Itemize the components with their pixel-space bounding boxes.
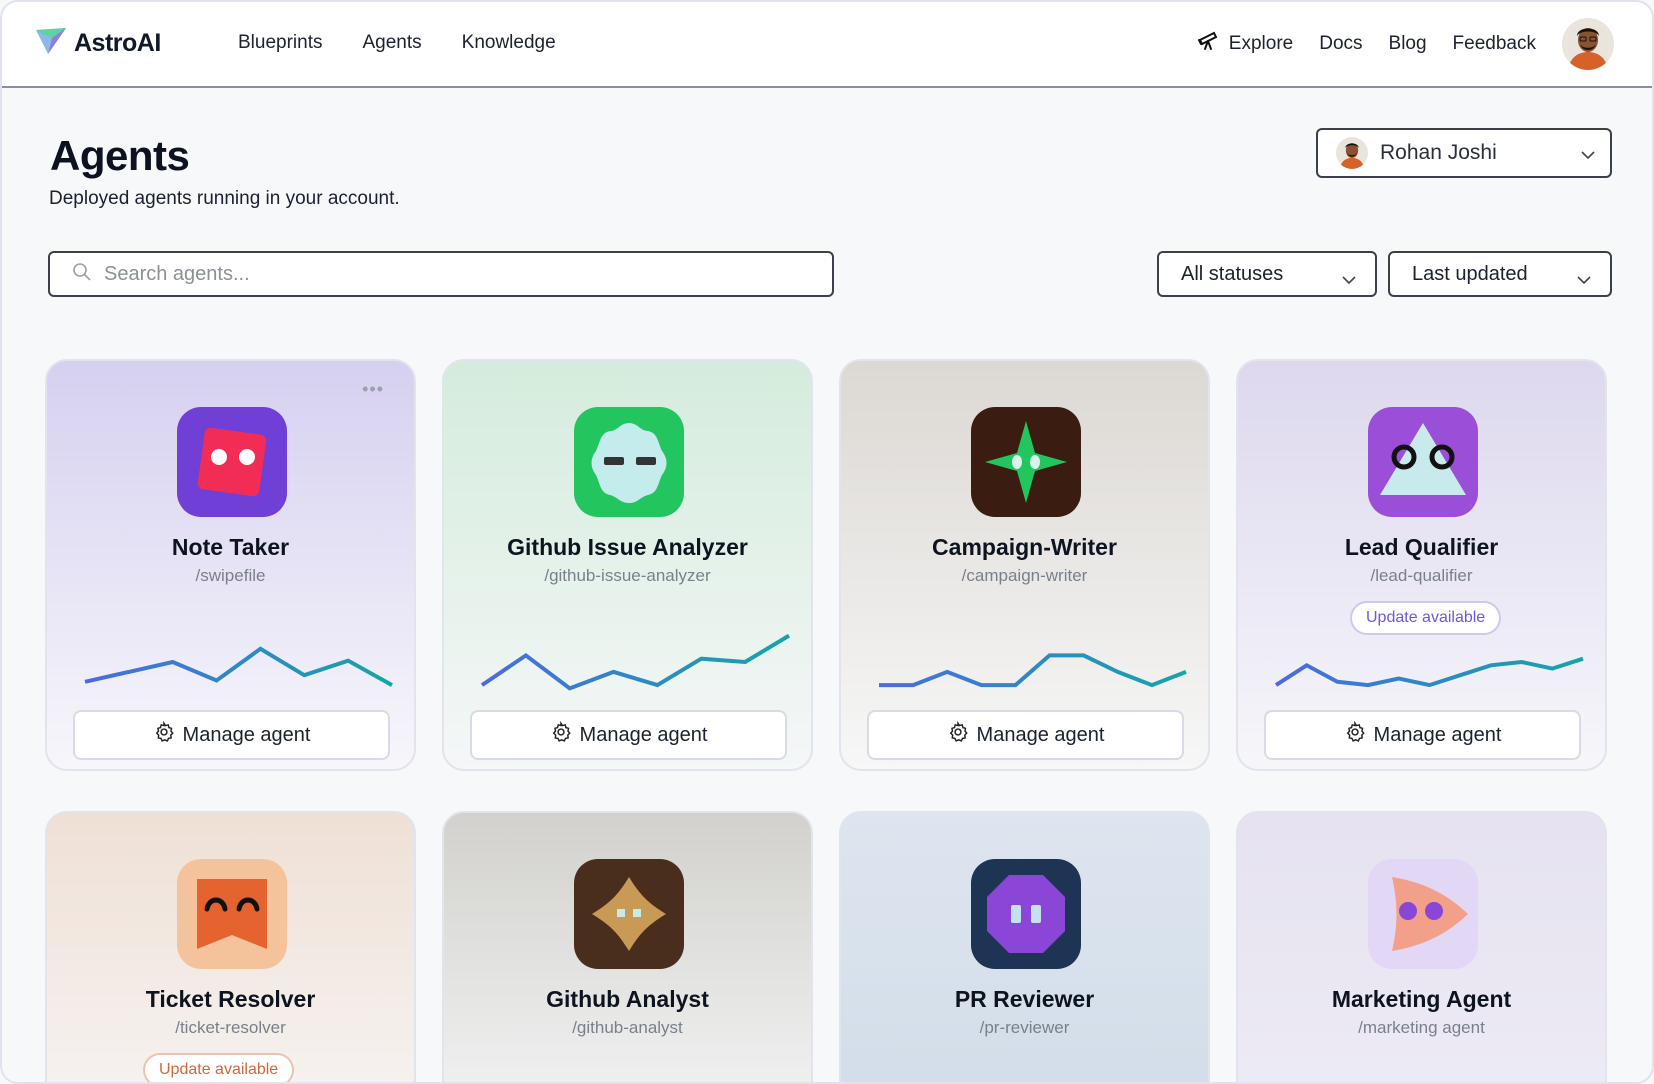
gear-icon [153, 720, 175, 749]
more-options-icon[interactable]: ••• [362, 379, 384, 400]
nav-explore[interactable]: Explore [1197, 29, 1293, 59]
agent-card[interactable]: Github Issue Analyzer /github-issue-anal… [442, 359, 813, 771]
search-icon [72, 262, 92, 287]
agent-card[interactable]: Lead Qualifier /lead-qualifier Update av… [1236, 359, 1607, 771]
gear-icon [947, 720, 969, 749]
brand[interactable]: AstroAI [34, 26, 161, 61]
nav-links: Blueprints Agents Knowledge [238, 32, 556, 54]
sparkline-path [84, 646, 393, 687]
page-subtitle: Deployed agents running in your account. [49, 188, 400, 209]
activity-sparkline [1274, 656, 1584, 688]
agent-name: PR Reviewer [954, 986, 1095, 1012]
sort-value: Last updated [1412, 262, 1528, 285]
manage-agent-label: Manage agent [1373, 723, 1502, 746]
agent-card[interactable]: Ticket Resolver /ticket-resolver Update … [45, 811, 416, 1082]
salmon-fan-robot-icon [1368, 859, 1478, 969]
status-filter-dropdown[interactable]: All statuses [1157, 251, 1377, 297]
agent-name: Lead Qualifier [1344, 534, 1499, 560]
agent-card[interactable]: Campaign-Writer /campaign-writer Manage … [839, 359, 1210, 771]
page-title: Agents [50, 132, 190, 179]
activity-sparkline [480, 633, 791, 691]
manage-agent-label: Manage agent [182, 723, 311, 746]
agent-card[interactable]: Marketing Agent /marketing agent [1236, 811, 1607, 1082]
gear-icon [1344, 720, 1366, 749]
activity-sparkline [879, 653, 1187, 688]
orange-ribbon-robot-icon [177, 859, 287, 969]
tan-diamond-robot-icon [574, 859, 684, 969]
sparkline-path [1274, 656, 1584, 688]
agent-card[interactable]: PR Reviewer /pr-reviewer [839, 811, 1210, 1082]
account-name: Rohan Joshi [1380, 141, 1497, 164]
telescope-icon [1197, 29, 1221, 59]
search-input[interactable] [104, 262, 784, 286]
agent-name: Note Taker [171, 534, 290, 560]
chevron-down-icon [1580, 147, 1596, 165]
astro-logo-icon [34, 26, 68, 61]
user-avatar[interactable] [1562, 18, 1614, 70]
agent-card[interactable]: ••• Note Taker /swipefile Manage agent [45, 359, 416, 771]
sparkline-path [480, 633, 791, 691]
nav-docs[interactable]: Docs [1319, 33, 1362, 55]
agent-card[interactable]: Github Analyst /github-analyst [442, 811, 813, 1082]
agent-name: Campaign-Writer [932, 534, 1117, 560]
chevron-down-icon [1576, 268, 1592, 291]
search-box [48, 251, 834, 297]
nav-agents[interactable]: Agents [363, 32, 422, 54]
update-available-badge[interactable]: Update available [143, 1053, 295, 1082]
agent-name: Marketing Agent [1331, 986, 1512, 1012]
agent-slug: /pr-reviewer [979, 1018, 1070, 1037]
sparkline-path [879, 653, 1187, 688]
manage-agent-label: Manage agent [579, 723, 708, 746]
red-square-robot-icon [177, 407, 287, 517]
agent-name: Github Analyst [546, 986, 709, 1012]
nav-feedback[interactable]: Feedback [1453, 33, 1536, 55]
nav-blog[interactable]: Blog [1389, 33, 1427, 55]
brand-name: AstroAI [74, 29, 161, 57]
manage-agent-button[interactable]: Manage agent [470, 710, 787, 760]
account-selector[interactable]: Rohan Joshi [1316, 128, 1612, 178]
manage-agent-label: Manage agent [976, 723, 1105, 746]
agent-slug: /campaign-writer [961, 566, 1088, 585]
nav-right: Explore Docs Blog Feedback [1197, 18, 1614, 70]
agent-slug: /github-issue-analyzer [544, 566, 711, 585]
agent-slug: /lead-qualifier [1370, 566, 1473, 585]
manage-agent-button[interactable]: Manage agent [1264, 710, 1581, 760]
activity-sparkline [84, 646, 393, 687]
nav-blueprints[interactable]: Blueprints [238, 32, 323, 54]
agent-slug: /swipefile [195, 566, 266, 585]
gear-icon [550, 720, 572, 749]
nav-explore-label: Explore [1228, 33, 1294, 54]
sort-dropdown[interactable]: Last updated [1388, 251, 1612, 297]
agent-slug: /ticket-resolver [175, 1018, 286, 1037]
mint-cloud-robot-icon [574, 407, 684, 517]
chevron-down-icon [1341, 268, 1357, 291]
agent-slug: /github-analyst [572, 1018, 683, 1037]
account-avatar [1336, 137, 1368, 169]
agent-slug: /marketing agent [1358, 1018, 1485, 1037]
manage-agent-button[interactable]: Manage agent [867, 710, 1184, 760]
green-star-robot-icon [971, 407, 1081, 517]
purple-octagon-robot-icon [971, 859, 1081, 969]
top-nav: AstroAI Blueprints Agents Knowledge Expl… [2, 2, 1652, 88]
agent-name: Ticket Resolver [145, 986, 316, 1012]
manage-agent-button[interactable]: Manage agent [73, 710, 390, 760]
app-window: AstroAI Blueprints Agents Knowledge Expl… [0, 0, 1654, 1084]
agent-name: Github Issue Analyzer [507, 534, 748, 560]
purple-triangle-robot-icon [1368, 407, 1478, 517]
nav-knowledge[interactable]: Knowledge [462, 32, 556, 54]
status-filter-value: All statuses [1181, 262, 1284, 285]
